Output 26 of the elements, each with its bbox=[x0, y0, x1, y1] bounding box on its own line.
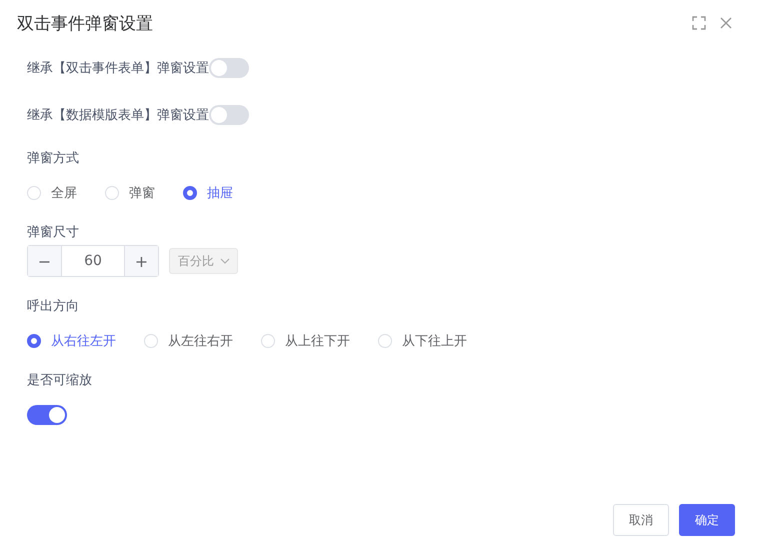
radio-button[interactable] bbox=[27, 334, 41, 348]
increment-button[interactable]: + bbox=[125, 246, 158, 276]
setting-label: 弹窗方式 bbox=[27, 150, 80, 167]
setting-label: 继承【双击事件表单】弹窗设置 bbox=[27, 60, 209, 77]
decrement-button[interactable]: − bbox=[28, 246, 61, 276]
radio-label[interactable]: 从右往左开 bbox=[51, 332, 116, 350]
fullscreen-icon[interactable] bbox=[692, 16, 706, 30]
toggle-switch[interactable] bbox=[209, 105, 249, 125]
dialog-title: 双击事件弹窗设置 bbox=[17, 12, 153, 34]
setting-label: 弹窗尺寸 bbox=[27, 224, 80, 241]
radio-label[interactable]: 抽屉 bbox=[207, 184, 233, 202]
radio-label[interactable]: 从左往右开 bbox=[168, 332, 233, 350]
toggle-switch[interactable] bbox=[27, 405, 67, 425]
radio-label[interactable]: 从下往上开 bbox=[402, 332, 467, 350]
close-icon[interactable] bbox=[720, 17, 732, 29]
chevron-down-icon bbox=[220, 258, 230, 264]
radio-label[interactable]: 弹窗 bbox=[129, 184, 155, 202]
cancel-button[interactable]: 取消 bbox=[613, 504, 669, 536]
setting-label: 继承【数据模版表单】弹窗设置 bbox=[27, 107, 209, 124]
radio-label[interactable]: 从上往下开 bbox=[285, 332, 350, 350]
confirm-button[interactable]: 确定 bbox=[679, 504, 735, 536]
setting-label: 呼出方向 bbox=[27, 298, 80, 315]
radio-label[interactable]: 全屏 bbox=[51, 184, 77, 202]
setting-label: 是否可缩放 bbox=[27, 372, 93, 389]
radio-button[interactable] bbox=[183, 186, 197, 200]
toggle-switch[interactable] bbox=[209, 58, 249, 78]
